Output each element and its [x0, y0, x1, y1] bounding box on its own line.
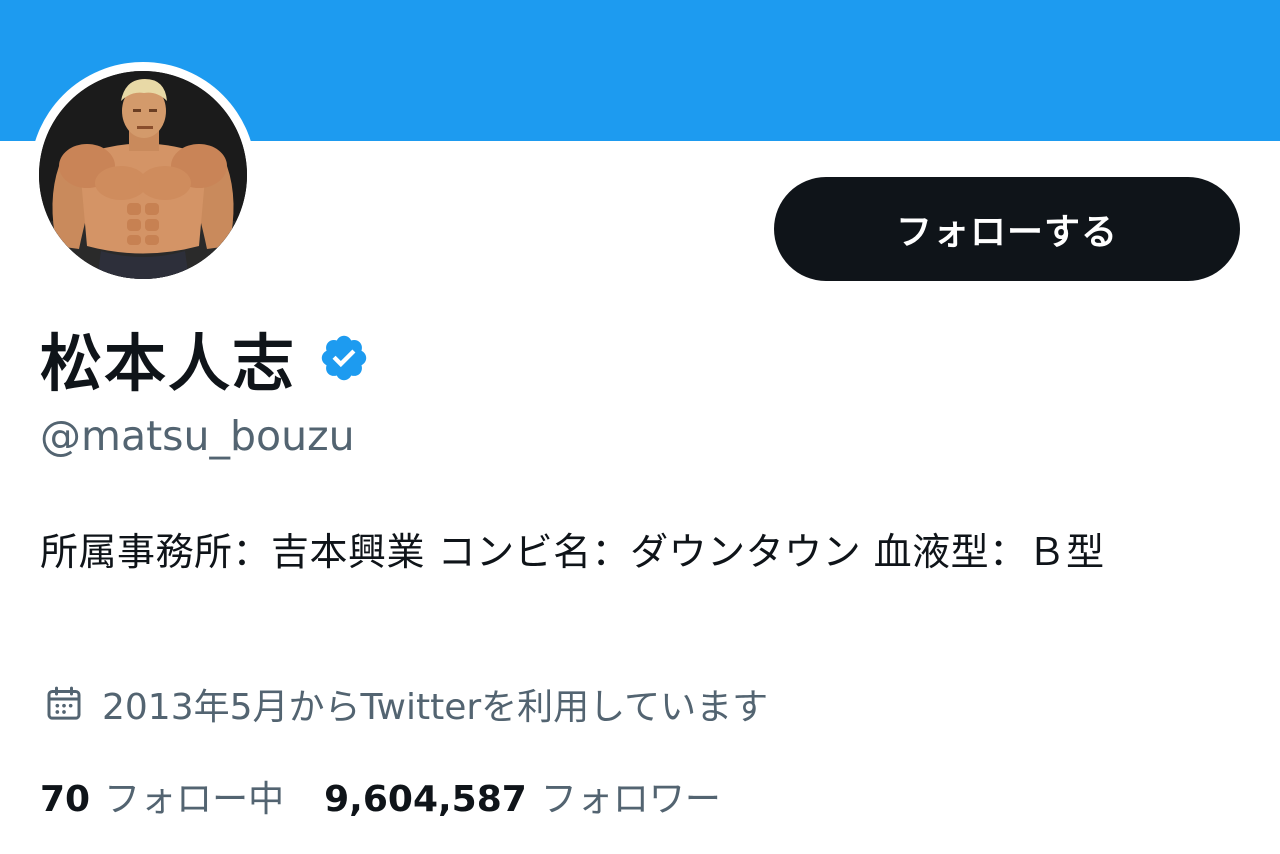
follow-button[interactable]: フォローする	[774, 177, 1240, 281]
followers-label: フォロワー	[540, 779, 721, 820]
name-row: 松本人志	[40, 318, 370, 400]
followers-link[interactable]: 9,604,587 フォロワー	[324, 770, 721, 822]
following-count: 70	[40, 779, 91, 820]
handle: @matsu_bouzu	[40, 412, 355, 460]
followers-count: 9,604,587	[324, 779, 527, 820]
follow-stats: 70 フォロー中 9,604,587 フォロワー	[40, 768, 721, 824]
join-date-text: 2013年5月からTwitterを利用しています	[102, 687, 769, 728]
avatar[interactable]	[39, 71, 247, 279]
calendar-icon	[47, 686, 81, 720]
join-date: 2013年5月からTwitterを利用しています	[44, 676, 768, 732]
display-name: 松本人志	[40, 327, 297, 400]
following-label: フォロー中	[104, 779, 285, 820]
avatar-image	[39, 71, 247, 279]
bio: 所属事務所：吉本興業 コンビ名：ダウンタウン 血液型：Ｂ型	[40, 530, 1105, 574]
following-link[interactable]: 70 フォロー中	[40, 770, 284, 822]
verified-badge-icon[interactable]	[318, 332, 370, 384]
profile-page: フォローする 松本人志 @matsu_bouzu 所属事務所：吉本興業 コンビ名…	[0, 0, 1280, 854]
